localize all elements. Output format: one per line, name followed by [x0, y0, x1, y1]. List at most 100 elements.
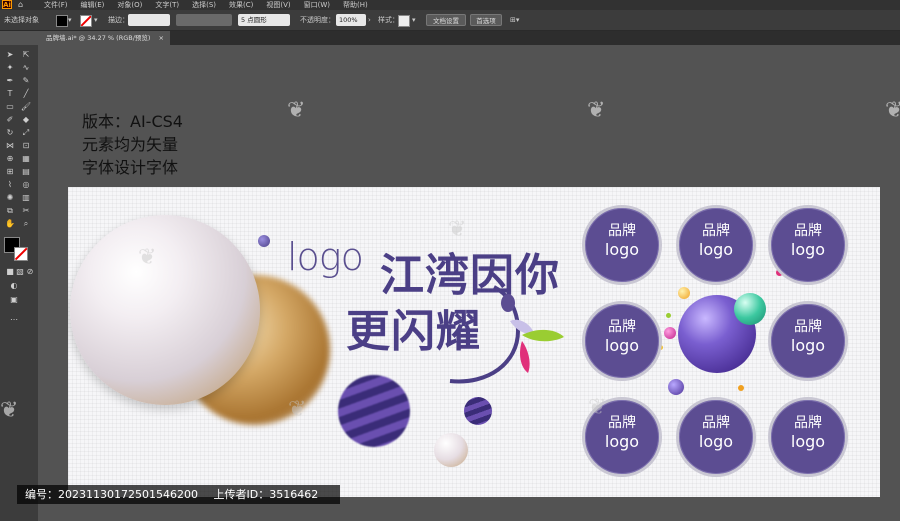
eraser-icon[interactable]: ◆ [20, 115, 32, 125]
slice-tool-icon[interactable]: ✂ [20, 206, 32, 216]
stroke-color-box[interactable] [14, 247, 28, 261]
watermark-icon: ❦ [138, 245, 157, 270]
selection-tool-icon[interactable]: ➤ [4, 50, 16, 60]
column-graph-icon[interactable]: ▥ [20, 193, 32, 203]
chevron-down-icon[interactable]: ▾ [412, 14, 416, 26]
green-dot [666, 313, 671, 318]
symbol-sprayer-icon[interactable]: ✺ [4, 193, 16, 203]
opacity-label[interactable]: 不透明度： [300, 14, 335, 26]
more-tools-icon[interactable]: ⋯ [8, 315, 20, 325]
mesh-tool-icon[interactable]: ⊞ [4, 167, 16, 177]
teal-sphere [734, 293, 766, 325]
note-line: 元素均为矢量 [82, 135, 179, 154]
swirl-decoration [449, 285, 564, 384]
paintbrush-icon[interactable]: 🖌 [20, 102, 32, 112]
document-tab[interactable]: 品牌墙.ai* @ 34.27 % (RGB/预览) × [40, 31, 170, 45]
free-transform-icon[interactable]: ⊡ [20, 141, 32, 151]
purple-small-dot [668, 379, 684, 395]
lasso-icon[interactable]: ∿ [20, 63, 32, 73]
watermark-icon: ❦ [587, 98, 606, 123]
width-tool-icon[interactable]: ⋈ [4, 141, 16, 151]
rotate-tool-icon[interactable]: ↻ [4, 128, 16, 138]
pen-tool-icon[interactable]: ✒ [4, 76, 16, 86]
screen-mode-icon[interactable]: ▣ [8, 295, 20, 305]
chevron-down-icon[interactable]: ▾ [94, 14, 98, 26]
menu-effect[interactable]: 效果(C) [229, 0, 253, 10]
stroke-swatch[interactable] [80, 15, 92, 27]
stroke-label: 描边： [108, 16, 129, 24]
arrange-icon[interactable]: ⊞▾ [510, 14, 519, 26]
menu-window[interactable]: 窗口(W) [304, 0, 330, 10]
note-line: 字体设计字体 [82, 158, 179, 177]
pearl-sphere [70, 215, 260, 405]
line-tool-icon[interactable]: ╱ [20, 89, 32, 99]
menu-object[interactable]: 对象(O) [117, 0, 142, 10]
watermark-icon: ❦ [0, 398, 19, 423]
scale-tool-icon[interactable]: ⤢ [20, 128, 32, 138]
magic-wand-icon[interactable]: ✦ [4, 63, 16, 73]
magenta-dot [664, 327, 676, 339]
artboard[interactable]: logo 江湾因你 更闪耀 品牌 logo 品牌 logo 品牌 logo 品牌 log… [68, 187, 880, 497]
menu-edit[interactable]: 编辑(E) [81, 0, 105, 10]
preferences-button[interactable]: 首选项 [470, 14, 502, 26]
draw-mode-icon[interactable]: ◐ [8, 281, 20, 291]
menu-select[interactable]: 选择(S) [192, 0, 216, 10]
opacity-field[interactable]: 100% [336, 14, 366, 26]
variable-width-field[interactable] [176, 14, 232, 26]
type-tool-icon[interactable]: T [4, 89, 16, 99]
blend-tool-icon[interactable]: ◎ [20, 180, 32, 190]
shaper-tool-icon[interactable]: ✐ [4, 115, 16, 125]
control-bar: 未选择对象 ▾ ▾ 描边： 5 点圆形 不透明度： 100% › 样式： ▾ 文… [0, 10, 900, 31]
app-logo: Ai [2, 0, 12, 9]
chevron-down-icon[interactable]: ▾ [68, 14, 72, 26]
hand-tool-icon[interactable]: ✋ [4, 219, 16, 229]
brand-logo-badge: 品牌 logo [582, 301, 662, 381]
style-label: 样式： [378, 16, 399, 24]
artboard-tool-icon[interactable]: ⧉ [4, 206, 16, 216]
stroke-weight-field[interactable] [128, 14, 170, 26]
brand-logo-badge: 品牌 logo [676, 205, 756, 285]
menu-list: 文件(F) 编辑(E) 对象(O) 文字(T) 选择(S) 效果(C) 视图(V… [44, 0, 368, 10]
brand-logo-badge: 品牌 logo [582, 205, 662, 285]
menu-bar: Ai ⌂ 文件(F) 编辑(E) 对象(O) 文字(T) 选择(S) 效果(C)… [0, 0, 900, 10]
uploader-id-label: 上传者ID：3516462 [213, 488, 319, 501]
perspective-grid-icon[interactable]: ▦ [20, 154, 32, 164]
watermark-icon: ❦ [448, 217, 467, 242]
direct-selection-tool-icon[interactable]: ⇱ [20, 50, 32, 60]
document-tab-title: 品牌墙.ai* @ 34.27 % (RGB/预览) [46, 34, 151, 42]
brand-logo-badge: 品牌 logo [768, 301, 848, 381]
eyedropper-icon[interactable]: ⌇ [4, 180, 16, 190]
image-id-bar: 编号：20231130172501546200 上传者ID：3516462 [17, 485, 340, 504]
image-id-label: 编号：20231130172501546200 [25, 488, 198, 501]
shape-builder-icon[interactable]: ⊕ [4, 154, 16, 164]
close-icon[interactable]: × [159, 34, 164, 42]
brand-logo-badge: 品牌 logo [676, 397, 756, 477]
none-mode-icon[interactable]: ⊘ [24, 267, 36, 277]
zoom-tool-icon[interactable]: ⌕ [20, 219, 32, 229]
small-pearl-sphere [434, 433, 468, 467]
purple-wave-sphere [338, 375, 410, 447]
document-setup-button[interactable]: 文档设置 [426, 14, 466, 26]
fill-swatch[interactable] [56, 15, 68, 27]
yellow-dot [738, 385, 744, 391]
menu-help[interactable]: 帮助(H) [343, 0, 368, 10]
gradient-tool-icon[interactable]: ▤ [20, 167, 32, 177]
menu-view[interactable]: 视图(V) [266, 0, 290, 10]
brand-logo-badge: 品牌 logo [768, 397, 848, 477]
brand-logo-badge: 品牌 logo [768, 205, 848, 285]
brush-definition-field[interactable]: 5 点圆形 [238, 14, 290, 26]
logo-text: logo [287, 235, 364, 279]
menu-file[interactable]: 文件(F) [44, 0, 68, 10]
tools-panel: ➤ ⇱ ✦ ∿ ✒ ✎ T ╱ ▭ 🖌 ✐ ◆ ↻ ⤢ ⋈ ⊡ ⊕ ▦ ⊞ ▤ … [0, 45, 39, 521]
version-note: 版本：AI-CS4 元素均为矢量 字体设计字体 [82, 110, 183, 179]
home-icon[interactable]: ⌂ [18, 0, 28, 10]
curvature-tool-icon[interactable]: ✎ [20, 76, 32, 86]
orange-dot [678, 287, 690, 299]
selection-status: 未选择对象 [4, 16, 39, 24]
watermark-icon: ❦ [885, 98, 900, 123]
rectangle-tool-icon[interactable]: ▭ [4, 102, 16, 112]
chevron-right-icon[interactable]: › [368, 14, 371, 26]
menu-type[interactable]: 文字(T) [155, 0, 179, 10]
style-swatch[interactable] [398, 15, 410, 27]
watermark-icon: ❦ [287, 98, 306, 123]
